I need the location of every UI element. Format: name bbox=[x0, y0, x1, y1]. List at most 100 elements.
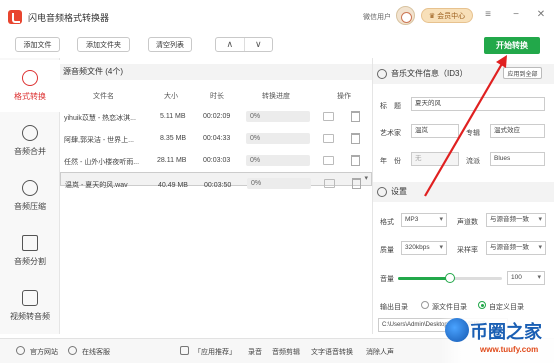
folder-icon[interactable] bbox=[323, 112, 334, 121]
start-convert-button[interactable]: 开始转换 bbox=[484, 37, 540, 54]
column-header: 转换进度 bbox=[262, 93, 290, 100]
settings-title: 设置 bbox=[391, 187, 407, 196]
file-list-header: 源音频文件 (4个) bbox=[60, 64, 372, 80]
recommend-link[interactable]: 音频剪辑 bbox=[272, 347, 300, 357]
column-header: 操作 bbox=[337, 93, 351, 100]
year-label: 年 份 bbox=[380, 158, 401, 165]
volume-slider[interactable] bbox=[398, 273, 502, 283]
sidebar: 格式转换 音频合并 音频压缩 音频分割 视频转音频 bbox=[0, 58, 60, 334]
feedback-link[interactable]: 在线客服 bbox=[82, 347, 110, 357]
gear-icon bbox=[377, 69, 387, 79]
table-row[interactable]: 任然 - 山外小楼夜听雨... 28.11 MB 00:03:03 0% bbox=[60, 150, 372, 172]
trash-icon[interactable] bbox=[351, 155, 360, 166]
crown-icon: ♛ bbox=[428, 12, 436, 20]
user-name[interactable]: 微信用户 bbox=[363, 12, 391, 22]
channel-label: 声道数 bbox=[457, 219, 478, 226]
settings-section-title: 设置 bbox=[373, 182, 554, 202]
website-link[interactable]: 官方网站 bbox=[30, 347, 58, 357]
format-select[interactable]: MP3 bbox=[401, 213, 447, 227]
reorder-buttons: ∧ ∨ bbox=[215, 37, 273, 52]
split-icon bbox=[22, 235, 38, 251]
source-dir-radio[interactable] bbox=[421, 301, 429, 309]
file-size: 5.11 MB bbox=[160, 113, 186, 120]
genre-field[interactable]: Blues bbox=[490, 152, 545, 166]
progress-bar: 0% bbox=[246, 111, 310, 122]
artist-field[interactable]: 温岚 bbox=[411, 124, 459, 138]
progress-bar: 0% bbox=[246, 133, 310, 144]
title-field[interactable]: 夏天的风 bbox=[411, 97, 545, 111]
sidebar-item-audio-compress[interactable]: 音频压缩 bbox=[0, 170, 60, 222]
progress-bar: 0% bbox=[246, 155, 310, 166]
toolbar: 添加文件 添加文件夹 清空列表 ∧ ∨ bbox=[0, 34, 554, 57]
sidebar-item-video-to-audio[interactable]: 视频转音频 bbox=[0, 280, 60, 332]
close-icon[interactable]: ✕ bbox=[535, 9, 547, 21]
file-size: 8.35 MB bbox=[160, 135, 187, 142]
watermark-logo-icon bbox=[445, 318, 469, 342]
trash-icon[interactable] bbox=[352, 178, 361, 189]
sidebar-item-label: 音频压缩 bbox=[14, 202, 46, 211]
recommend-link[interactable]: 录音 bbox=[248, 347, 262, 357]
add-file-button[interactable]: 添加文件 bbox=[15, 37, 60, 52]
column-header: 大小 bbox=[164, 93, 178, 100]
sidebar-item-audio-split[interactable]: 音频分割 bbox=[0, 225, 60, 277]
file-duration: 00:04:33 bbox=[203, 135, 231, 142]
table-row[interactable]: 阿肆,郭采洁 - 世界上... 8.35 MB 00:04:33 0% bbox=[60, 128, 372, 150]
album-field[interactable]: 温式效应 bbox=[490, 124, 545, 138]
file-name: 任然 - 山外小楼夜听雨... bbox=[64, 159, 140, 166]
sidebar-item-audio-merge[interactable]: 音频合并 bbox=[0, 115, 60, 167]
recommend-link[interactable]: 文字语音转换 bbox=[311, 347, 353, 357]
trash-icon[interactable] bbox=[351, 111, 360, 122]
move-up-button[interactable]: ∧ bbox=[216, 38, 245, 51]
folder-icon[interactable] bbox=[323, 134, 334, 143]
genre-label: 流派 bbox=[466, 158, 480, 165]
output-dir-label: 输出目录 bbox=[380, 304, 408, 311]
volume-label: 音量 bbox=[380, 276, 394, 283]
column-header: 文件名 bbox=[93, 93, 114, 100]
sidebar-item-format-convert[interactable]: 格式转换 bbox=[0, 60, 60, 112]
id3-title: 音乐文件信息（ID3） bbox=[391, 69, 468, 78]
file-name: yihuik苡慧 - 热恋冰淇... bbox=[64, 115, 136, 122]
channel-select[interactable]: 与源音频一致 bbox=[486, 213, 546, 227]
sidebar-item-label: 格式转换 bbox=[14, 92, 46, 101]
music-note-icon bbox=[22, 180, 38, 196]
artist-label: 艺术家 bbox=[380, 130, 401, 137]
vip-center-label: 会员中心 bbox=[437, 12, 466, 20]
thumbs-up-icon bbox=[180, 346, 189, 355]
file-duration: 00:03:03 bbox=[203, 157, 231, 164]
volume-slider-handle[interactable] bbox=[445, 273, 455, 283]
merge-icon bbox=[22, 125, 38, 141]
refresh-icon bbox=[22, 70, 38, 86]
play-icon bbox=[22, 290, 38, 306]
custom-dir-radio[interactable] bbox=[478, 301, 486, 309]
quality-select[interactable]: 320kbps bbox=[401, 241, 447, 255]
progress-bar: 0% bbox=[247, 178, 311, 189]
recommend-link[interactable]: 消除人声 bbox=[366, 347, 394, 357]
app-recommend-label: 「应用推荐」 bbox=[194, 349, 236, 356]
file-duration: 00:02:09 bbox=[203, 113, 231, 120]
volume-value[interactable]: 100 bbox=[507, 271, 545, 285]
headset-icon bbox=[68, 346, 77, 355]
menu-icon[interactable]: ≡ bbox=[482, 9, 494, 21]
apply-all-button[interactable]: 应用到全部 bbox=[503, 67, 542, 79]
clear-list-button[interactable]: 清空列表 bbox=[148, 37, 192, 52]
app-title: 闪电音频格式转换器 bbox=[28, 12, 110, 23]
trash-icon[interactable] bbox=[351, 133, 360, 144]
watermark-url: www.tuufy.com bbox=[480, 345, 539, 354]
folder-icon[interactable] bbox=[324, 179, 335, 188]
add-folder-button[interactable]: 添加文件夹 bbox=[77, 37, 130, 52]
samplerate-label: 采样率 bbox=[457, 247, 478, 254]
file-name: 温岚 - 夏天的风.wav bbox=[65, 182, 128, 189]
sidebar-item-label: 视频转音频 bbox=[10, 312, 50, 321]
title-label: 标 题 bbox=[380, 103, 401, 110]
file-name: 阿肆,郭采洁 - 世界上... bbox=[64, 137, 134, 144]
gear-icon bbox=[377, 187, 387, 197]
year-field[interactable]: 无 bbox=[411, 152, 459, 166]
minimize-icon[interactable]: − bbox=[510, 9, 522, 21]
samplerate-select[interactable]: 与源音频一致 bbox=[486, 241, 546, 255]
move-down-button[interactable]: ∨ bbox=[245, 38, 273, 51]
table-row-selected[interactable]: 温岚 - 夏天的风.wav 40.49 MB 00:03:50 0% bbox=[60, 172, 372, 189]
vip-center-button[interactable]: ♛ 会员中心 bbox=[421, 8, 473, 23]
avatar[interactable] bbox=[396, 6, 415, 25]
folder-icon[interactable] bbox=[323, 156, 334, 165]
table-row[interactable]: yihuik苡慧 - 热恋冰淇... 5.11 MB 00:02:09 0% bbox=[60, 106, 372, 128]
